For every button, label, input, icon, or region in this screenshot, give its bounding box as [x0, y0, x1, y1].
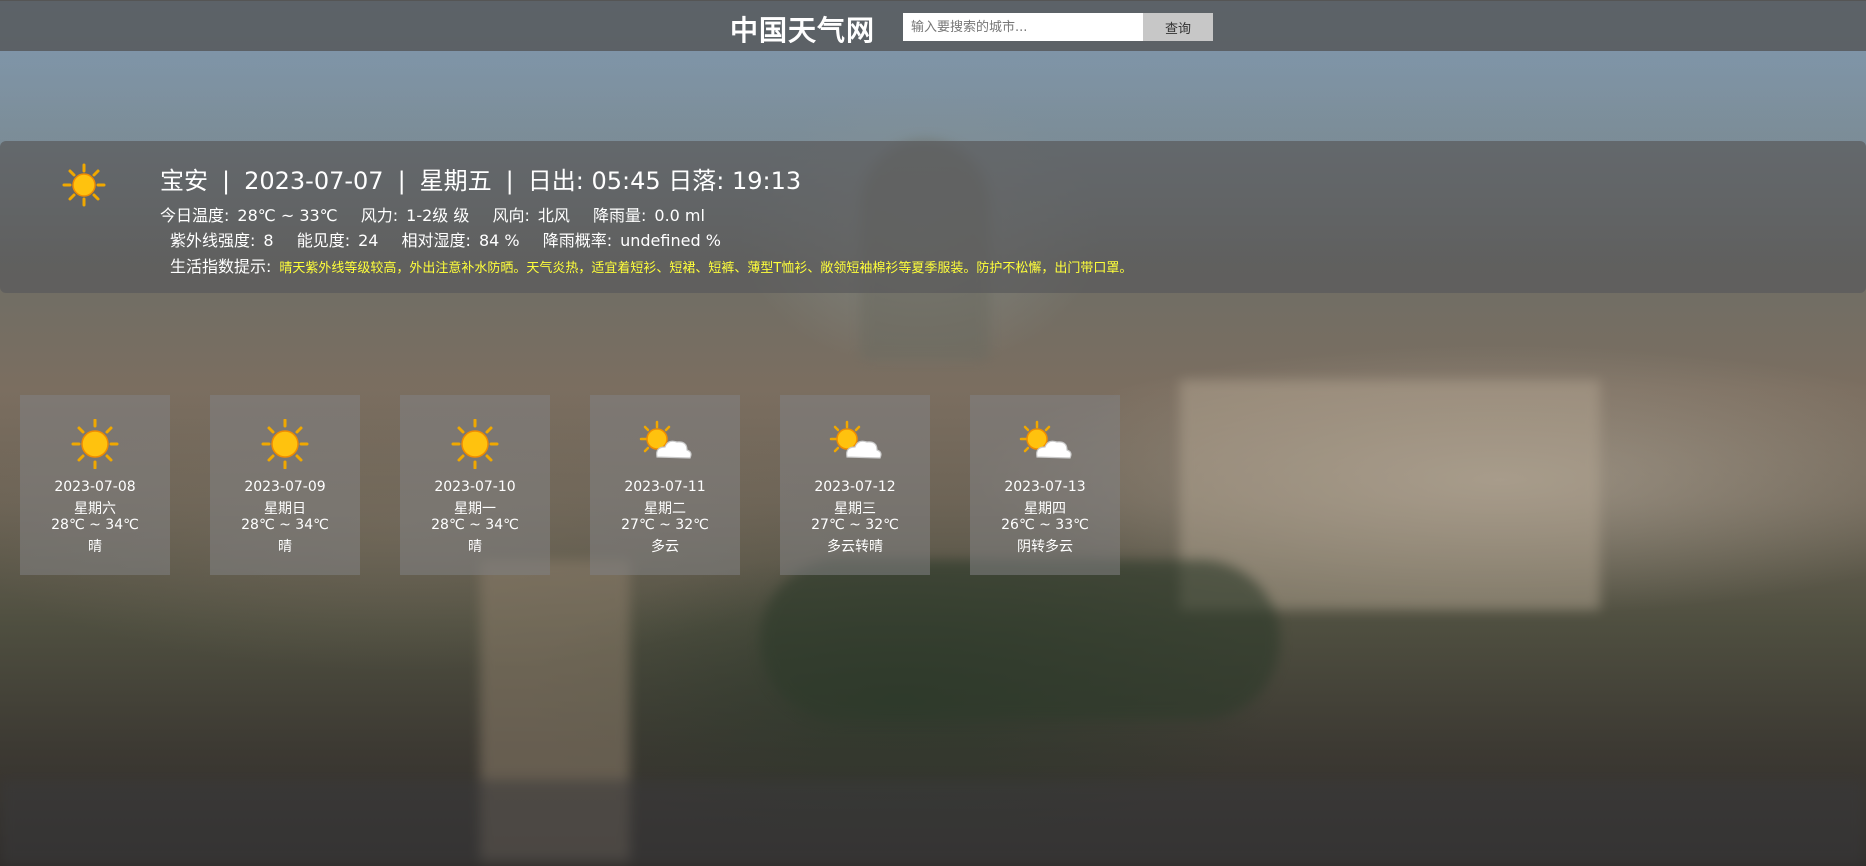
wind-power-label: 风力:	[360, 206, 399, 225]
forecast-weekday: 星期二	[644, 501, 686, 517]
wind-direction-label: 风向:	[492, 206, 530, 225]
background-river	[0, 780, 1866, 866]
forecast-card: 2023-07-08 星期六 28℃ ~ 34℃ 晴	[20, 395, 170, 575]
search-input[interactable]	[903, 13, 1143, 41]
humidity-value: 84 %	[478, 231, 520, 250]
sun-times: 日出: 05:45 日落: 19:13	[527, 167, 802, 195]
rainfall-label: 降雨量:	[592, 206, 647, 225]
sun-icon	[62, 163, 106, 207]
uv-label: 紫外线强度:	[170, 231, 256, 250]
separator: |	[222, 167, 231, 195]
background-building	[1180, 380, 1600, 610]
sun-icon	[257, 418, 313, 470]
forecast-card: 2023-07-10 星期一 28℃ ~ 34℃ 晴	[400, 395, 550, 575]
today-date: 2023-07-07	[244, 167, 384, 195]
wind-direction-value: 北风	[537, 206, 570, 225]
forecast-weather: 多云	[651, 539, 679, 555]
forecast-weekday: 星期六	[74, 501, 116, 517]
sun-cloud-icon	[827, 419, 883, 469]
forecast-weather: 晴	[278, 539, 292, 555]
uv-value: 8	[263, 231, 274, 250]
background-trees	[760, 560, 1280, 720]
forecast-date: 2023-07-12	[814, 479, 896, 495]
forecast-date: 2023-07-11	[624, 479, 706, 495]
background-bridge	[480, 560, 630, 860]
sun-cloud-icon	[1017, 419, 1073, 469]
forecast-card: 2023-07-13 星期四 26℃ ~ 33℃ 阴转多云	[970, 395, 1120, 575]
forecast-weekday: 星期四	[1024, 501, 1066, 517]
forecast-card: 2023-07-12 星期三 27℃ ~ 32℃ 多云转晴	[780, 395, 930, 575]
site-title: 中国天气网	[730, 14, 876, 47]
visibility-label: 能见度:	[296, 231, 351, 250]
rain-probability-value: undefined %	[620, 231, 721, 250]
separator: |	[397, 167, 406, 195]
visibility-value: 24	[358, 231, 379, 250]
forecast-card: 2023-07-11 星期二 27℃ ~ 32℃ 多云	[590, 395, 740, 575]
forecast-weekday: 星期一	[454, 501, 496, 517]
wind-power-value: 1-2级 级	[406, 206, 470, 225]
temp-label: 今日温度:	[160, 206, 230, 225]
today-panel: 宝安 | 2023-07-07 | 星期五 | 日出: 05:45 日落: 19:13 今日…	[0, 141, 1866, 293]
forecast-date: 2023-07-09	[244, 479, 326, 495]
forecast-date: 2023-07-10	[434, 479, 516, 495]
rainfall-value: 0.0 ml	[654, 206, 705, 225]
top-bar: 中国天气网 查询	[0, 0, 1866, 51]
forecast-temperature: 28℃ ~ 34℃	[241, 517, 329, 533]
forecast-weekday: 星期日	[264, 501, 306, 517]
forecast-temperature: 27℃ ~ 32℃	[621, 517, 709, 533]
forecast-temperature: 27℃ ~ 32℃	[811, 517, 899, 533]
sun-icon	[447, 418, 503, 470]
forecast-weather: 晴	[468, 539, 482, 555]
forecast-temperature: 28℃ ~ 34℃	[431, 517, 519, 533]
separator: |	[505, 167, 514, 195]
sun-cloud-icon	[637, 419, 693, 469]
today-details-row-2: 紫外线强度: 8 能见度: 24 相对湿度: 84 % 降雨概率: undefined …	[170, 227, 739, 251]
forecast-weekday: 星期三	[834, 501, 876, 517]
temp-value: 28℃ ~ 33℃	[237, 206, 338, 225]
forecast-date: 2023-07-13	[1004, 479, 1086, 495]
forecast-temperature: 28℃ ~ 34℃	[51, 517, 139, 533]
forecast-weather: 多云转晴	[827, 539, 883, 555]
forecast-temperature: 26℃ ~ 33℃	[1001, 517, 1089, 533]
tips-label: 生活指数提示:	[170, 257, 272, 276]
humidity-label: 相对湿度:	[401, 231, 471, 250]
forecast-date: 2023-07-08	[54, 479, 136, 495]
sun-icon	[67, 418, 123, 470]
tips-text: 晴天紫外线等级较高，外出注意补水防晒。天气炎热，适宜着短衫、短裙、短裤、薄型T恤…	[279, 261, 1133, 276]
today-details-row-3: 生活指数提示: 晴天紫外线等级较高，外出注意补水防晒。天气炎热，适宜着短衫、短裙、…	[170, 253, 1132, 277]
today-weekday: 星期五	[419, 167, 492, 195]
forecast-weather: 阴转多云	[1017, 539, 1073, 555]
today-details-row-1: 今日温度: 28℃ ~ 33℃ 风力: 1-2级 级 风向: 北风 降雨量: 0.0 m…	[160, 202, 723, 226]
search-button[interactable]: 查询	[1143, 13, 1213, 41]
forecast-weather: 晴	[88, 539, 102, 555]
forecast-card: 2023-07-09 星期日 28℃ ~ 34℃ 晴	[210, 395, 360, 575]
today-heading: 宝安 | 2023-07-07 | 星期五 | 日出: 05:45 日落: 19:13	[160, 161, 801, 196]
rain-probability-label: 降雨概率:	[542, 231, 613, 250]
city-name: 宝安	[160, 167, 208, 195]
